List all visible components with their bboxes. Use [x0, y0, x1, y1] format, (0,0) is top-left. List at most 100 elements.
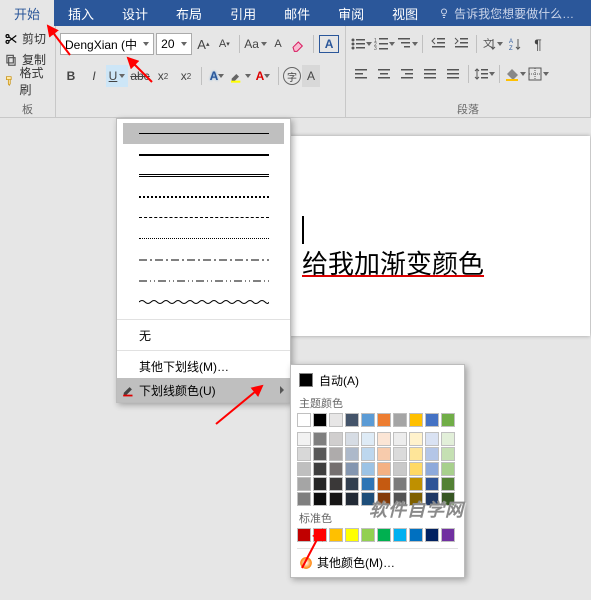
color-swatch[interactable]	[377, 432, 391, 446]
underline-color[interactable]: 下划线颜色(U)	[117, 378, 290, 402]
phonetic-guide-button[interactable]: A	[269, 33, 288, 55]
underline-style-dotted[interactable]	[123, 228, 284, 249]
color-swatch[interactable]	[345, 492, 359, 506]
cut-button[interactable]: 剪切	[4, 28, 49, 49]
sort-button[interactable]: AZ	[504, 33, 526, 55]
color-swatch[interactable]	[409, 462, 423, 476]
highlight-button[interactable]	[229, 65, 251, 87]
multilevel-list-button[interactable]	[396, 33, 418, 55]
color-swatch[interactable]	[393, 492, 407, 506]
shading-button[interactable]	[504, 63, 526, 85]
underline-style-single[interactable]	[123, 123, 284, 144]
color-swatch[interactable]	[361, 413, 375, 427]
underline-button[interactable]: U	[106, 65, 128, 87]
color-swatch[interactable]	[441, 462, 455, 476]
color-swatch[interactable]	[361, 447, 375, 461]
color-swatch[interactable]	[393, 528, 407, 542]
color-swatch[interactable]	[345, 413, 359, 427]
shrink-font-button[interactable]: A▾	[215, 33, 234, 55]
enclosed-char-button[interactable]: 字	[283, 67, 301, 85]
grow-font-button[interactable]: A▴	[194, 33, 213, 55]
color-swatch[interactable]	[393, 413, 407, 427]
tab-view[interactable]: 视图	[378, 0, 432, 26]
underline-style-double[interactable]	[123, 165, 284, 186]
color-swatch[interactable]	[441, 413, 455, 427]
text-effects-button[interactable]: A	[206, 65, 228, 87]
color-swatch[interactable]	[409, 447, 423, 461]
tab-mail[interactable]: 邮件	[270, 0, 324, 26]
color-swatch[interactable]	[377, 492, 391, 506]
color-swatch[interactable]	[377, 477, 391, 491]
line-spacing-button[interactable]	[473, 63, 495, 85]
color-swatch[interactable]	[425, 492, 439, 506]
strikethrough-button[interactable]: abc	[129, 65, 151, 87]
bold-button[interactable]: B	[60, 65, 82, 87]
color-swatch[interactable]	[425, 413, 439, 427]
color-swatch[interactable]	[329, 477, 343, 491]
color-swatch[interactable]	[377, 447, 391, 461]
align-justify-button[interactable]	[419, 63, 441, 85]
color-swatch[interactable]	[393, 447, 407, 461]
color-swatch[interactable]	[377, 413, 391, 427]
underline-style-dash-dot-dot[interactable]	[123, 270, 284, 291]
color-auto[interactable]: 自动(A)	[297, 369, 458, 391]
align-center-button[interactable]	[373, 63, 395, 85]
tab-reference[interactable]: 引用	[216, 0, 270, 26]
color-swatch[interactable]	[361, 528, 375, 542]
color-swatch[interactable]	[297, 492, 311, 506]
color-swatch[interactable]	[441, 528, 455, 542]
color-swatch[interactable]	[345, 462, 359, 476]
tell-me[interactable]: 告诉我您想要做什么…	[438, 0, 574, 26]
underline-style-dash-dot[interactable]	[123, 249, 284, 270]
color-swatch[interactable]	[329, 447, 343, 461]
color-swatch[interactable]	[297, 477, 311, 491]
borders-button[interactable]	[527, 63, 549, 85]
color-swatch[interactable]	[297, 413, 311, 427]
align-left-button[interactable]	[350, 63, 372, 85]
char-shading-button[interactable]: A	[302, 65, 320, 87]
tab-review[interactable]: 审阅	[324, 0, 378, 26]
decrease-indent-button[interactable]	[427, 33, 449, 55]
color-swatch[interactable]	[297, 447, 311, 461]
color-swatch[interactable]	[345, 447, 359, 461]
color-swatch[interactable]	[361, 477, 375, 491]
bullets-button[interactable]	[350, 33, 372, 55]
color-swatch[interactable]	[313, 432, 327, 446]
color-swatch[interactable]	[329, 432, 343, 446]
underline-style-wave[interactable]	[123, 291, 284, 312]
color-swatch[interactable]	[345, 432, 359, 446]
color-swatch[interactable]	[425, 447, 439, 461]
color-swatch[interactable]	[345, 528, 359, 542]
numbering-button[interactable]: 123	[373, 33, 395, 55]
tab-design[interactable]: 设计	[108, 0, 162, 26]
color-swatch[interactable]	[441, 432, 455, 446]
color-swatch[interactable]	[313, 477, 327, 491]
subscript-button[interactable]: x2	[152, 65, 174, 87]
clear-formatting-button[interactable]	[289, 33, 308, 55]
align-distributed-button[interactable]	[442, 63, 464, 85]
font-color-button[interactable]: A	[252, 65, 274, 87]
color-swatch[interactable]	[425, 462, 439, 476]
color-swatch[interactable]	[425, 432, 439, 446]
color-swatch[interactable]	[409, 477, 423, 491]
page[interactable]: 给我加渐变颜色	[290, 136, 590, 336]
color-swatch[interactable]	[377, 462, 391, 476]
color-swatch[interactable]	[425, 528, 439, 542]
color-swatch[interactable]	[441, 477, 455, 491]
tab-layout[interactable]: 布局	[162, 0, 216, 26]
color-swatch[interactable]	[297, 528, 311, 542]
color-swatch[interactable]	[345, 477, 359, 491]
font-name-select[interactable]: DengXian (中	[60, 33, 154, 55]
color-swatch[interactable]	[361, 492, 375, 506]
color-swatch[interactable]	[393, 462, 407, 476]
color-swatch[interactable]	[361, 462, 375, 476]
color-swatch[interactable]	[297, 462, 311, 476]
tab-insert[interactable]: 插入	[54, 0, 108, 26]
underline-style-dotted-thick[interactable]	[123, 186, 284, 207]
color-swatch[interactable]	[409, 528, 423, 542]
underline-style-thick[interactable]	[123, 144, 284, 165]
tab-start[interactable]: 开始	[0, 0, 54, 26]
underline-style-dashed[interactable]	[123, 207, 284, 228]
color-swatch[interactable]	[409, 492, 423, 506]
format-painter-button[interactable]: 格式刷	[4, 70, 49, 91]
